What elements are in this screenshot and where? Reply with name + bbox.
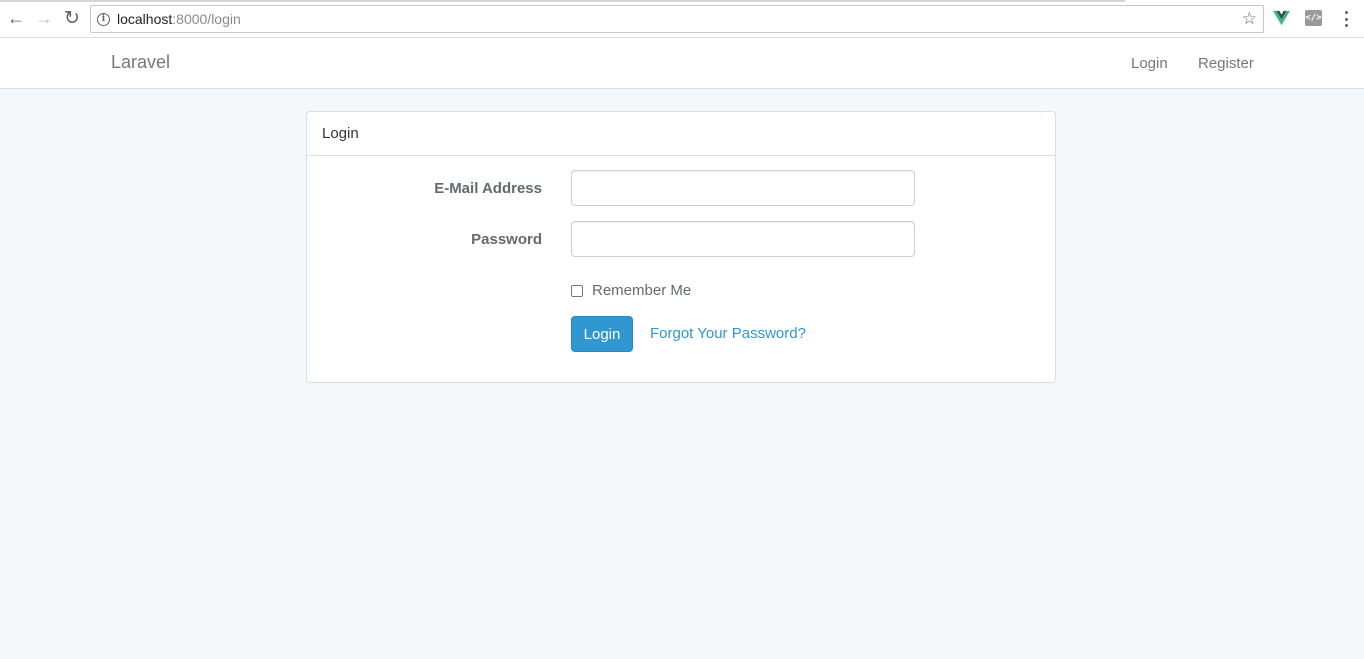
browser-toolbar: ← → ↻ i localhost:8000/login ☆ </> (0, 0, 1364, 38)
menu-icon[interactable] (1340, 9, 1352, 29)
info-icon[interactable]: i (97, 12, 110, 26)
email-label: E-Mail Address (434, 180, 542, 197)
address-bar[interactable]: i localhost:8000/login ☆ (90, 5, 1264, 33)
code-extension-icon[interactable]: </> (1305, 10, 1322, 26)
login-panel: Login E-Mail Address Password Remember M… (306, 111, 1056, 383)
remember-me-label[interactable]: Remember Me (592, 282, 691, 299)
url-text[interactable]: localhost:8000/login (117, 11, 241, 27)
back-icon[interactable]: ← (6, 8, 26, 28)
password-label: Password (471, 231, 542, 248)
password-field[interactable] (571, 221, 915, 257)
login-button[interactable]: Login (571, 316, 633, 352)
nav-login-link[interactable]: Login (1131, 55, 1168, 72)
forward-icon[interactable]: → (34, 8, 54, 28)
panel-heading: Login (307, 112, 1055, 156)
nav-register-link[interactable]: Register (1198, 55, 1254, 72)
reload-icon[interactable]: ↻ (62, 8, 82, 28)
app-navbar: Laravel Login Register (0, 38, 1364, 89)
email-field[interactable] (571, 170, 915, 206)
remember-me-checkbox[interactable] (571, 284, 583, 297)
loading-bar (0, 0, 1125, 2)
star-icon[interactable]: ☆ (1242, 9, 1257, 29)
url-path: :8000/login (172, 11, 241, 27)
forgot-password-link[interactable]: Forgot Your Password? (650, 325, 806, 342)
vue-devtools-icon[interactable] (1273, 10, 1290, 27)
brand-link[interactable]: Laravel (111, 52, 170, 73)
remember-me-row[interactable]: Remember Me (571, 282, 691, 299)
url-host: localhost (117, 11, 173, 27)
